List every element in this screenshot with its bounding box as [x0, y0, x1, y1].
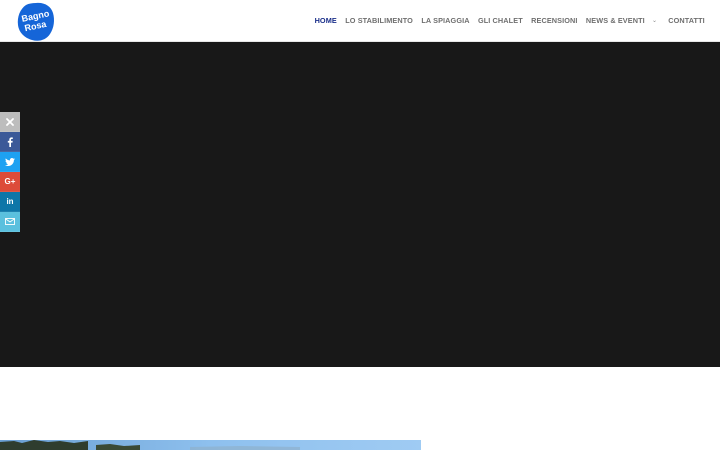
social-share-bar: G+ in	[0, 112, 20, 232]
nav-item-lo-stabilimento[interactable]: LO STABILIMENTO	[341, 0, 417, 42]
email-share-button[interactable]	[0, 212, 20, 232]
twitter-icon	[5, 157, 15, 166]
facebook-share-button[interactable]	[0, 132, 20, 152]
linkedin-share-button[interactable]: in	[0, 192, 20, 212]
close-share-button[interactable]	[0, 112, 20, 132]
google-plus-icon: G+	[4, 176, 16, 186]
bagno-rosa-logo[interactable]: Bagno Rosa	[17, 2, 55, 42]
nav-item-news-eventi[interactable]: NEWS & EVENTI	[582, 0, 649, 42]
main-nav: HOME LO STABILIMENTO LA SPIAGGIA GLI CHA…	[310, 0, 709, 42]
linkedin-icon: in	[6, 196, 14, 206]
site-header: Bagno Rosa HOME LO STABILIMENTO LA SPIAG…	[0, 0, 720, 42]
nav-item-la-spiaggia[interactable]: LA SPIAGGIA	[417, 0, 474, 42]
page: Bagno Rosa HOME LO STABILIMENTO LA SPIAG…	[0, 0, 720, 450]
envelope-icon	[5, 218, 15, 225]
chevron-down-icon[interactable]: ⌄	[649, 0, 664, 42]
nav-item-contatti[interactable]: CONTATTI	[664, 0, 709, 42]
beach-photo	[0, 440, 421, 450]
nav-item-home[interactable]: HOME	[310, 0, 341, 42]
twitter-share-button[interactable]	[0, 152, 20, 172]
nav-item-gli-chalet[interactable]: GLI CHALET	[474, 0, 527, 42]
hero-section	[0, 42, 720, 367]
nav-item-recensioni[interactable]: RECENSIONI	[527, 0, 582, 42]
close-icon	[6, 117, 14, 126]
facebook-icon	[7, 136, 13, 147]
google-plus-share-button[interactable]: G+	[0, 172, 20, 192]
